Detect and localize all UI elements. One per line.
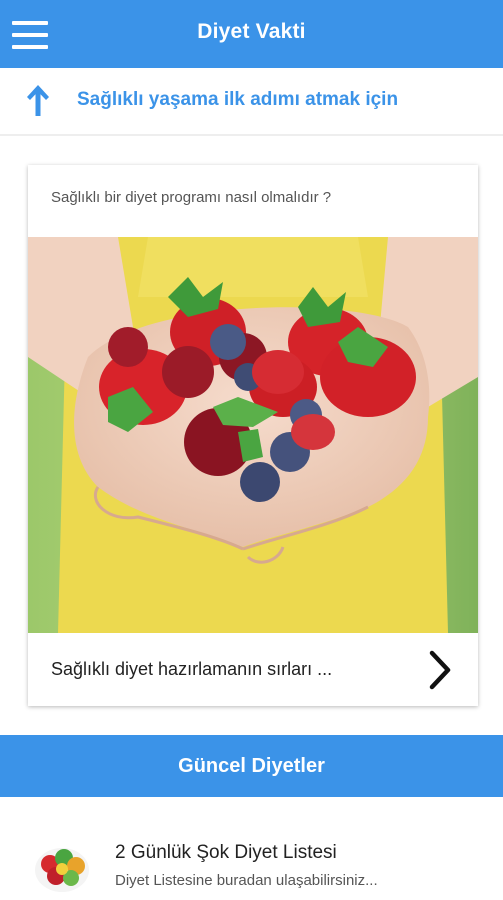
- fruit-bowl-thumbnail: [35, 848, 89, 892]
- section-header: Güncel Diyetler: [0, 735, 503, 797]
- list-item-title: 2 Günlük Şok Diyet Listesi: [115, 842, 337, 863]
- list-item[interactable]: 2 Günlük Şok Diyet Listesi Diyet Listesi…: [0, 820, 503, 900]
- chevron-right-icon[interactable]: [426, 649, 454, 691]
- app-bar: Diyet Vakti: [0, 0, 503, 68]
- promo-text: Sağlıklı yaşama ilk adımı atmak için: [77, 89, 399, 110]
- app-title: Diyet Vakti: [197, 20, 306, 43]
- card-footer-text: Sağlıklı diyet hazırlamanın sırları ...: [51, 659, 333, 679]
- hands-holding-berries-photo: [28, 237, 478, 633]
- article-card[interactable]: Sağlıklı bir diyet programı nasıl olmalı…: [28, 165, 478, 706]
- promo-banner[interactable]: Sağlıklı yaşama ilk adımı atmak için: [0, 68, 503, 136]
- section-title: Güncel Diyetler: [178, 755, 325, 777]
- card-question: Sağlıklı bir diyet programı nasıl olmalı…: [51, 189, 332, 206]
- arrow-up-icon: [27, 85, 49, 116]
- list-item-subtitle: Diyet Listesine buradan ulaşabilirsiniz.…: [115, 872, 378, 889]
- card-footer[interactable]: Sağlıklı diyet hazırlamanın sırları ...: [28, 633, 478, 706]
